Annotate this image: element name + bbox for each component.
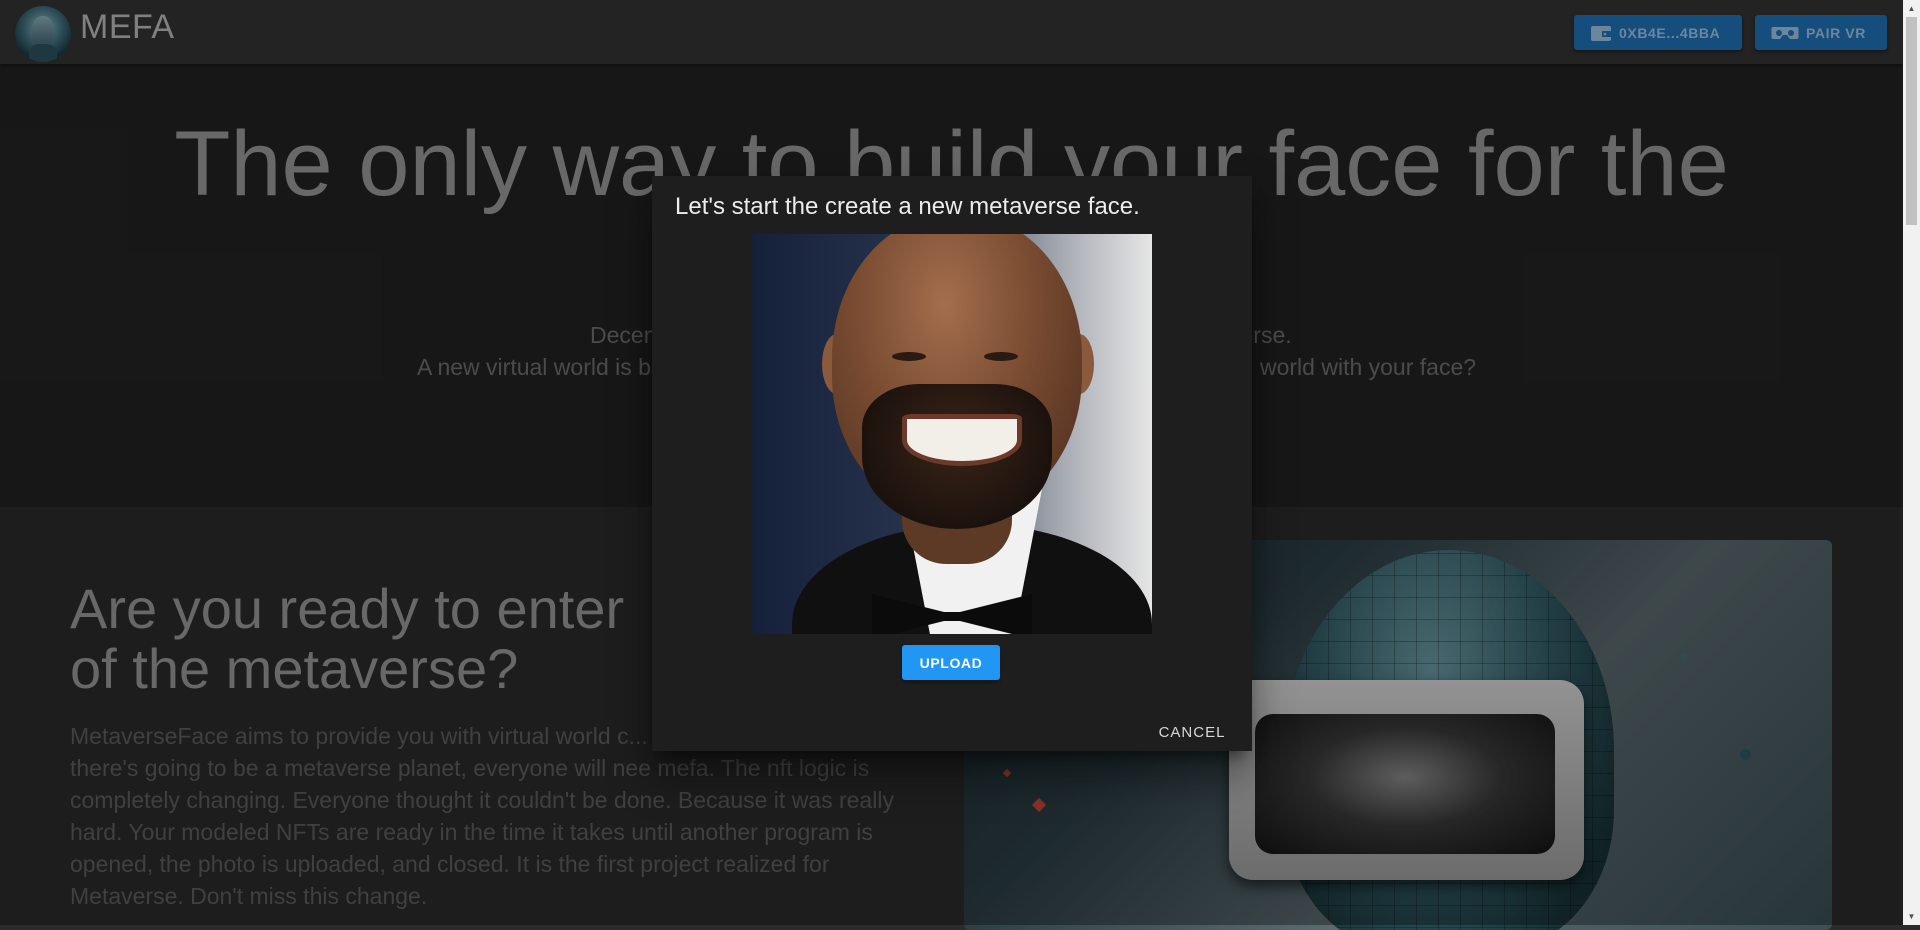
photo-eye-shape bbox=[892, 352, 926, 361]
scroll-up-arrow-icon[interactable]: ▲ bbox=[1903, 0, 1920, 17]
scrollbar-thumb[interactable] bbox=[1906, 17, 1917, 225]
create-face-dialog: Let's start the create a new metaverse f… bbox=[652, 176, 1252, 751]
photo-eye-shape bbox=[984, 352, 1018, 361]
scroll-down-arrow-icon[interactable]: ▼ bbox=[1903, 908, 1920, 925]
page-scrollbar[interactable]: ▲ ▼ bbox=[1903, 0, 1920, 925]
dialog-title: Let's start the create a new metaverse f… bbox=[675, 193, 1140, 220]
photo-smile-shape bbox=[902, 414, 1022, 466]
cancel-button[interactable]: CANCEL bbox=[1151, 715, 1233, 749]
uploaded-face-photo bbox=[752, 234, 1152, 634]
upload-button[interactable]: UPLOAD bbox=[902, 645, 1000, 680]
